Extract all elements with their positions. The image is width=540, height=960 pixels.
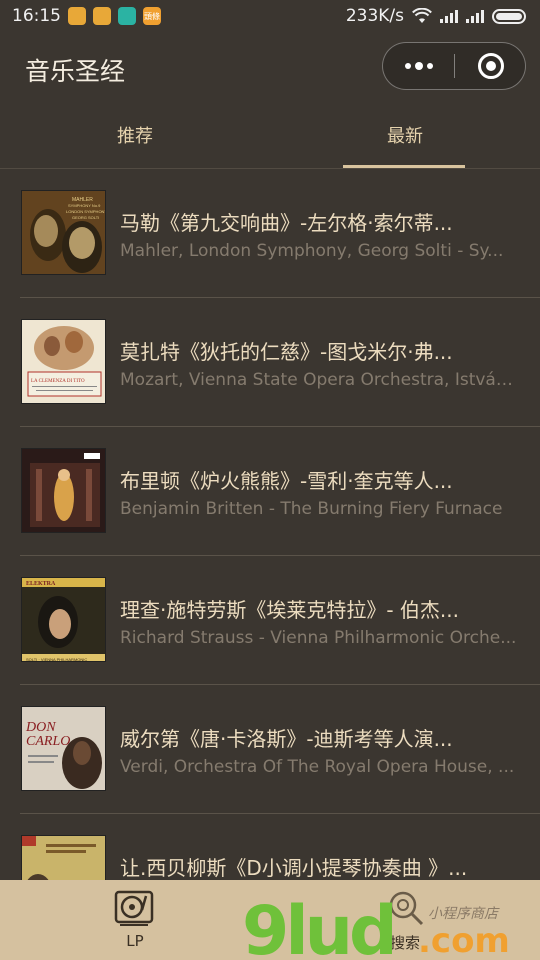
header: 音乐圣经 (0, 32, 540, 102)
svg-text:CARLO: CARLO (26, 734, 70, 749)
list-item[interactable]: ELEKTRA SOLTI · VIENNA PHILHARMONIC 理查·施… (0, 556, 540, 685)
album-cover-art (22, 449, 105, 532)
dot-icon (404, 63, 411, 69)
tab-bar: 推荐 最新 (0, 102, 540, 168)
notification-icon (118, 7, 136, 25)
list-item[interactable]: 布里顿《炉火熊熊》-雪利·奎克等人... Benjamin Britten - … (0, 427, 540, 556)
list-item[interactable]: LA CLEMENZA DI TITO 莫扎特《狄托的仁慈》-图戈米尔·弗...… (0, 298, 540, 427)
album-subtitle: Richard Strauss - Vienna Philharmonic Or… (120, 628, 517, 648)
notification-icon: 頭條 (143, 7, 161, 25)
dot-icon (414, 62, 423, 70)
list-item[interactable]: DON CARLO 威尔第《唐·卡洛斯》-迪斯考等人演... Verdi, Or… (0, 685, 540, 814)
signal-icon (440, 9, 458, 23)
svg-text:GEORG SOLTI: GEORG SOLTI (72, 215, 99, 220)
dot-icon (426, 63, 433, 69)
svg-text:LONDON SYMPHONY: LONDON SYMPHONY (66, 209, 106, 214)
list-item[interactable]: MAHLER SYMPHONY No.9 LONDON SYMPHONY GEO… (0, 169, 540, 298)
album-subtitle: Mahler, London Symphony, Georg Solti - S… (120, 241, 504, 261)
album-title: 莫扎特《狄托的仁慈》-图戈米尔·弗... (120, 340, 453, 364)
svg-text:DON: DON (25, 720, 56, 735)
svg-text:ELEKTRA: ELEKTRA (26, 581, 56, 587)
album-title: 马勒《第九交响曲》-左尔格·索尔蒂... (120, 211, 453, 235)
status-right: 233K/s (346, 6, 526, 26)
notification-icon (68, 7, 86, 25)
record-player-icon (114, 890, 154, 926)
album-cover-art: DON CARLO (22, 707, 105, 790)
svg-text:SOLTI · VIENNA PHILHARMONIC: SOLTI · VIENNA PHILHARMONIC (26, 657, 87, 662)
album-subtitle: Mozart, Vienna State Opera Orchestra, Is… (120, 370, 520, 390)
album-cover: ELEKTRA SOLTI · VIENNA PHILHARMONIC (21, 577, 106, 662)
tab-recommend[interactable]: 推荐 (0, 102, 270, 168)
album-subtitle: Verdi, Orchestra Of The Royal Opera Hous… (120, 757, 515, 777)
status-left: 16:15 頭條 (12, 6, 161, 26)
signal-icon (466, 9, 484, 23)
album-cover-art: MAHLER SYMPHONY No.9 LONDON SYMPHONY GEO… (22, 191, 106, 274)
bottom-tab-bar: LP 搜索 (0, 880, 540, 960)
capsule-divider (454, 54, 455, 78)
tabbar-item-search[interactable]: 搜索 (360, 880, 450, 960)
tabbar-item-lp[interactable]: LP (90, 880, 180, 960)
album-cover-art: LA CLEMENZA DI TITO (22, 320, 105, 403)
tab-latest[interactable]: 最新 (270, 102, 540, 168)
wifi-icon (412, 8, 432, 23)
search-icon (389, 891, 424, 926)
album-cover-art: ELEKTRA SOLTI · VIENNA PHILHARMONIC (22, 578, 105, 662)
more-button[interactable] (383, 43, 454, 89)
network-speed: 233K/s (345, 6, 404, 26)
notification-icon (93, 7, 111, 25)
tabbar-label: 搜索 (389, 934, 420, 952)
album-subtitle: Benjamin Britten - The Burning Fiery Fur… (120, 499, 503, 519)
close-button[interactable] (478, 53, 504, 79)
album-cover: DON CARLO (21, 706, 106, 791)
svg-text:SYMPHONY No.9: SYMPHONY No.9 (68, 203, 101, 208)
miniprogram-capsule (382, 42, 526, 90)
album-cover: MAHLER SYMPHONY No.9 LONDON SYMPHONY GEO… (21, 190, 106, 275)
album-cover: LA CLEMENZA DI TITO (21, 319, 106, 404)
album-cover (21, 448, 106, 533)
status-time: 16:15 (12, 6, 61, 26)
svg-text:LA CLEMENZA DI TITO: LA CLEMENZA DI TITO (31, 379, 85, 384)
battery-icon (492, 8, 526, 24)
album-title: 理查·施特劳斯《埃莱克特拉》- 伯杰... (120, 598, 460, 622)
page-title: 音乐圣经 (25, 57, 126, 86)
tabbar-label: LP (126, 932, 144, 950)
status-bar: 16:15 頭條 233K/s (0, 0, 540, 32)
album-title: 让.西贝柳斯《D小调小提琴协奏曲 》... (120, 856, 468, 880)
album-title: 威尔第《唐·卡洛斯》-迪斯考等人演... (120, 727, 453, 751)
album-title: 布里顿《炉火熊熊》-雪利·奎克等人... (120, 469, 453, 493)
